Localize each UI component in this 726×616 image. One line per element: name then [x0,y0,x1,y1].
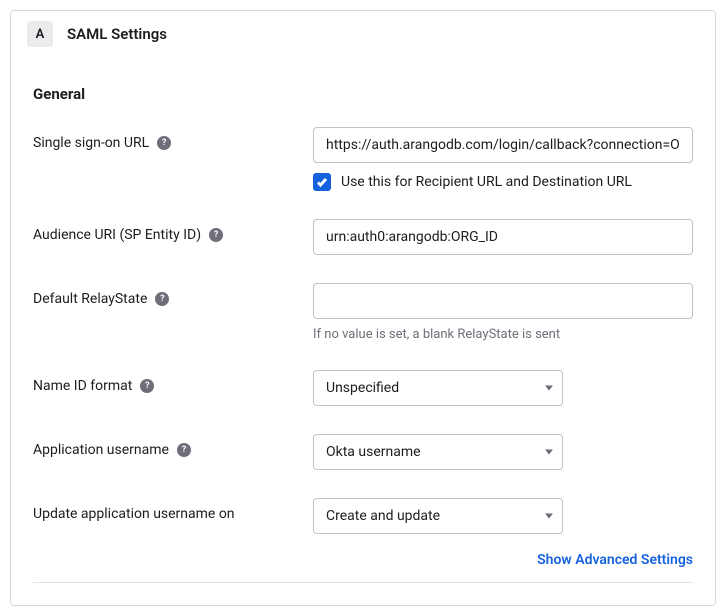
label-text: Single sign-on URL [33,135,149,151]
step-badge: A [27,21,53,47]
row-relay-state: Default RelayState ? If no value is set,… [33,283,693,342]
input-col-audience-uri [313,219,693,255]
help-icon[interactable]: ? [155,292,169,306]
label-text: Update application username on [33,506,235,522]
help-icon[interactable]: ? [209,228,223,242]
input-col-name-id-format: Unspecified [313,370,693,406]
app-username-select[interactable]: Okta username [313,434,563,470]
label-audience-uri: Audience URI (SP Entity ID) ? [33,219,313,243]
row-app-username: Application username ? Okta username [33,434,693,470]
label-app-username: Application username ? [33,434,313,458]
input-col-sso-url: Use this for Recipient URL and Destinati… [313,127,693,191]
sso-url-input[interactable] [313,127,693,163]
select-wrapper: Okta username [313,434,563,470]
label-text: Name ID format [33,378,132,394]
select-wrapper: Create and update [313,498,563,534]
label-text: Default RelayState [33,291,147,307]
panel-header: A SAML Settings [11,11,715,57]
panel-body: General Single sign-on URL ? Use this fo… [11,57,715,605]
name-id-format-select[interactable]: Unspecified [313,370,563,406]
label-update-username-on: Update application username on [33,498,313,522]
row-name-id-format: Name ID format ? Unspecified [33,370,693,406]
relay-state-helper: If no value is set, a blank RelayState i… [313,327,693,342]
check-icon [316,176,328,188]
section-heading-general: General [33,85,693,103]
checkbox-row-recipient-url: Use this for Recipient URL and Destinati… [313,173,693,191]
divider [33,582,693,583]
saml-settings-panel: A SAML Settings General Single sign-on U… [10,10,716,606]
help-icon[interactable]: ? [140,379,154,393]
recipient-url-checkbox[interactable] [313,173,331,191]
row-audience-uri: Audience URI (SP Entity ID) ? [33,219,693,255]
label-sso-url: Single sign-on URL ? [33,127,313,151]
label-text: Audience URI (SP Entity ID) [33,227,201,243]
advanced-link-row: Show Advanced Settings [33,552,693,568]
row-update-username-on: Update application username on Create an… [33,498,693,534]
input-col-relay-state: If no value is set, a blank RelayState i… [313,283,693,342]
label-name-id-format: Name ID format ? [33,370,313,394]
panel-title: SAML Settings [67,25,167,43]
label-text: Application username [33,442,169,458]
input-col-app-username: Okta username [313,434,693,470]
select-wrapper: Unspecified [313,370,563,406]
help-icon[interactable]: ? [177,443,191,457]
audience-uri-input[interactable] [313,219,693,255]
checkbox-label: Use this for Recipient URL and Destinati… [341,174,632,190]
help-icon[interactable]: ? [157,136,171,150]
update-username-on-select[interactable]: Create and update [313,498,563,534]
label-relay-state: Default RelayState ? [33,283,313,307]
relay-state-input[interactable] [313,283,693,319]
input-col-update-username-on: Create and update [313,498,693,534]
show-advanced-settings-link[interactable]: Show Advanced Settings [537,552,693,568]
row-sso-url: Single sign-on URL ? Use this for Recipi… [33,127,693,191]
